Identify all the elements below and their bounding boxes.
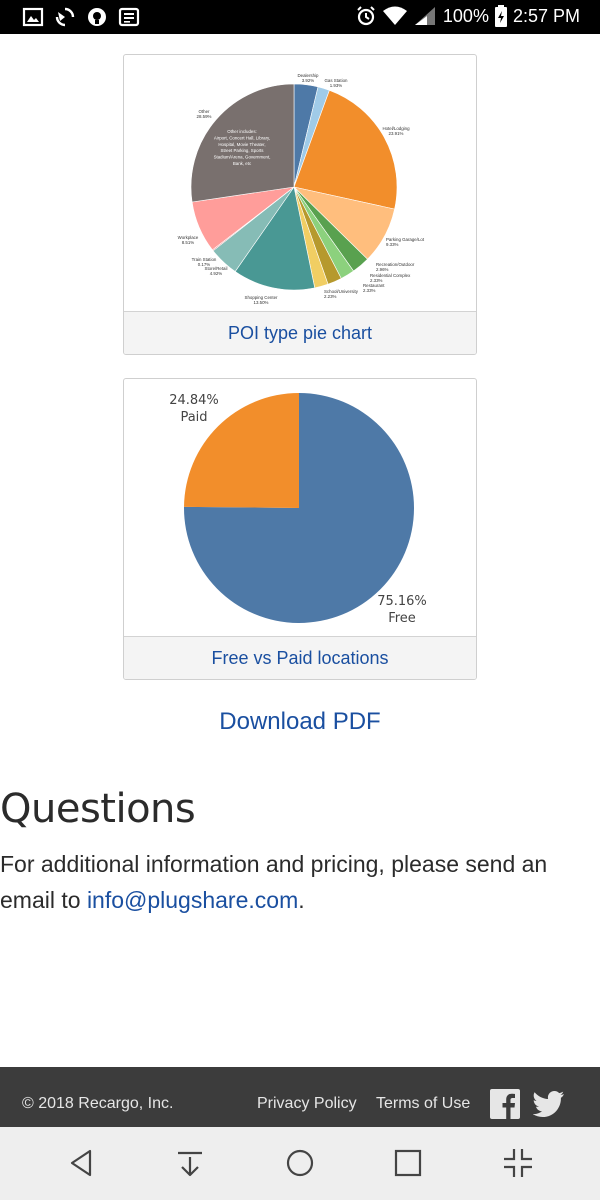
free-paid-caption[interactable]: Free vs Paid locations bbox=[124, 636, 476, 679]
alarm-icon bbox=[357, 6, 375, 26]
status-bar: 100% 2:57 PM bbox=[0, 0, 600, 34]
poi-label-store: Store/Retail 4.92% bbox=[205, 266, 228, 276]
navigation-bar bbox=[0, 1127, 600, 1200]
terms-of-use-link[interactable]: Terms of Use bbox=[376, 1095, 470, 1113]
paid-label: 24.84% Paid bbox=[169, 393, 219, 425]
battery-percent: 100% bbox=[442, 5, 489, 26]
free-paid-figure: 24.84% Paid 75.16% Free Free vs Paid locati… bbox=[123, 378, 477, 680]
questions-heading: Questions bbox=[0, 786, 196, 832]
email-link[interactable]: info@plugshare.com bbox=[87, 887, 298, 913]
free-label: 75.16% Free bbox=[377, 594, 427, 626]
image-icon bbox=[22, 7, 44, 27]
footer: © 2018 Recargo, Inc. Privacy Policy Term… bbox=[0, 1067, 600, 1127]
status-notification-icons bbox=[22, 6, 140, 28]
questions-text: For additional information and pricing, … bbox=[0, 846, 600, 918]
poi-label-school: School/University 2.23% bbox=[324, 289, 359, 299]
facebook-icon[interactable] bbox=[490, 1089, 520, 1119]
poi-caption[interactable]: POI type pie chart bbox=[124, 311, 476, 354]
sync-icon bbox=[55, 7, 75, 27]
copyright: © 2018 Recargo, Inc. bbox=[22, 1095, 174, 1112]
poi-label-gas: Gas Station 1.93% bbox=[325, 78, 348, 88]
poi-label-shopping: Shopping Center 13.50% bbox=[245, 295, 278, 305]
news-icon bbox=[118, 7, 140, 27]
signal-icon bbox=[414, 7, 435, 25]
status-system-icons: 100% 2:57 PM bbox=[355, 5, 580, 27]
poi-label-workplace: Workplace 8.51% bbox=[178, 235, 199, 245]
poi-label-restaurant: Restaurant 2.33% bbox=[363, 283, 385, 293]
wifi-icon bbox=[382, 6, 407, 25]
poi-label-residential: Residential Complex 2.33% bbox=[370, 273, 411, 283]
poi-label-other: Other 28.59% bbox=[197, 109, 212, 119]
poi-figure: Dealership 3.92% Gas Station 1.93% Hotel/Lod… bbox=[123, 54, 477, 355]
home-icon[interactable] bbox=[282, 1145, 318, 1181]
twitter-icon[interactable] bbox=[533, 1090, 565, 1118]
clock: 2:57 PM bbox=[512, 5, 580, 26]
download-pdf-link[interactable]: Download PDF bbox=[0, 708, 600, 736]
poi-label-recreation: Recreation/Outdoor 2.96% bbox=[376, 262, 415, 272]
privacy-policy-link[interactable]: Privacy Policy bbox=[257, 1095, 357, 1113]
poi-label-dealership: Dealership 3.92% bbox=[298, 73, 320, 83]
notification-icon bbox=[88, 8, 106, 26]
questions-suffix: . bbox=[298, 887, 305, 913]
exit-fullscreen-icon[interactable] bbox=[500, 1145, 536, 1181]
poi-label-parking: Parking Garage/Lot 9.33% bbox=[386, 237, 425, 247]
battery-icon bbox=[494, 5, 507, 27]
poi-pie-chart: Dealership 3.92% Gas Station 1.93% Hotel/Lod… bbox=[178, 73, 425, 305]
back-icon[interactable] bbox=[64, 1145, 100, 1181]
recents-icon[interactable] bbox=[390, 1145, 426, 1181]
hide-keyboard-icon[interactable] bbox=[172, 1145, 208, 1181]
poi-label-hotel: Hotel/Lodging 23.91% bbox=[382, 126, 410, 136]
free-paid-pie-chart: 24.84% Paid 75.16% Free bbox=[169, 393, 427, 626]
